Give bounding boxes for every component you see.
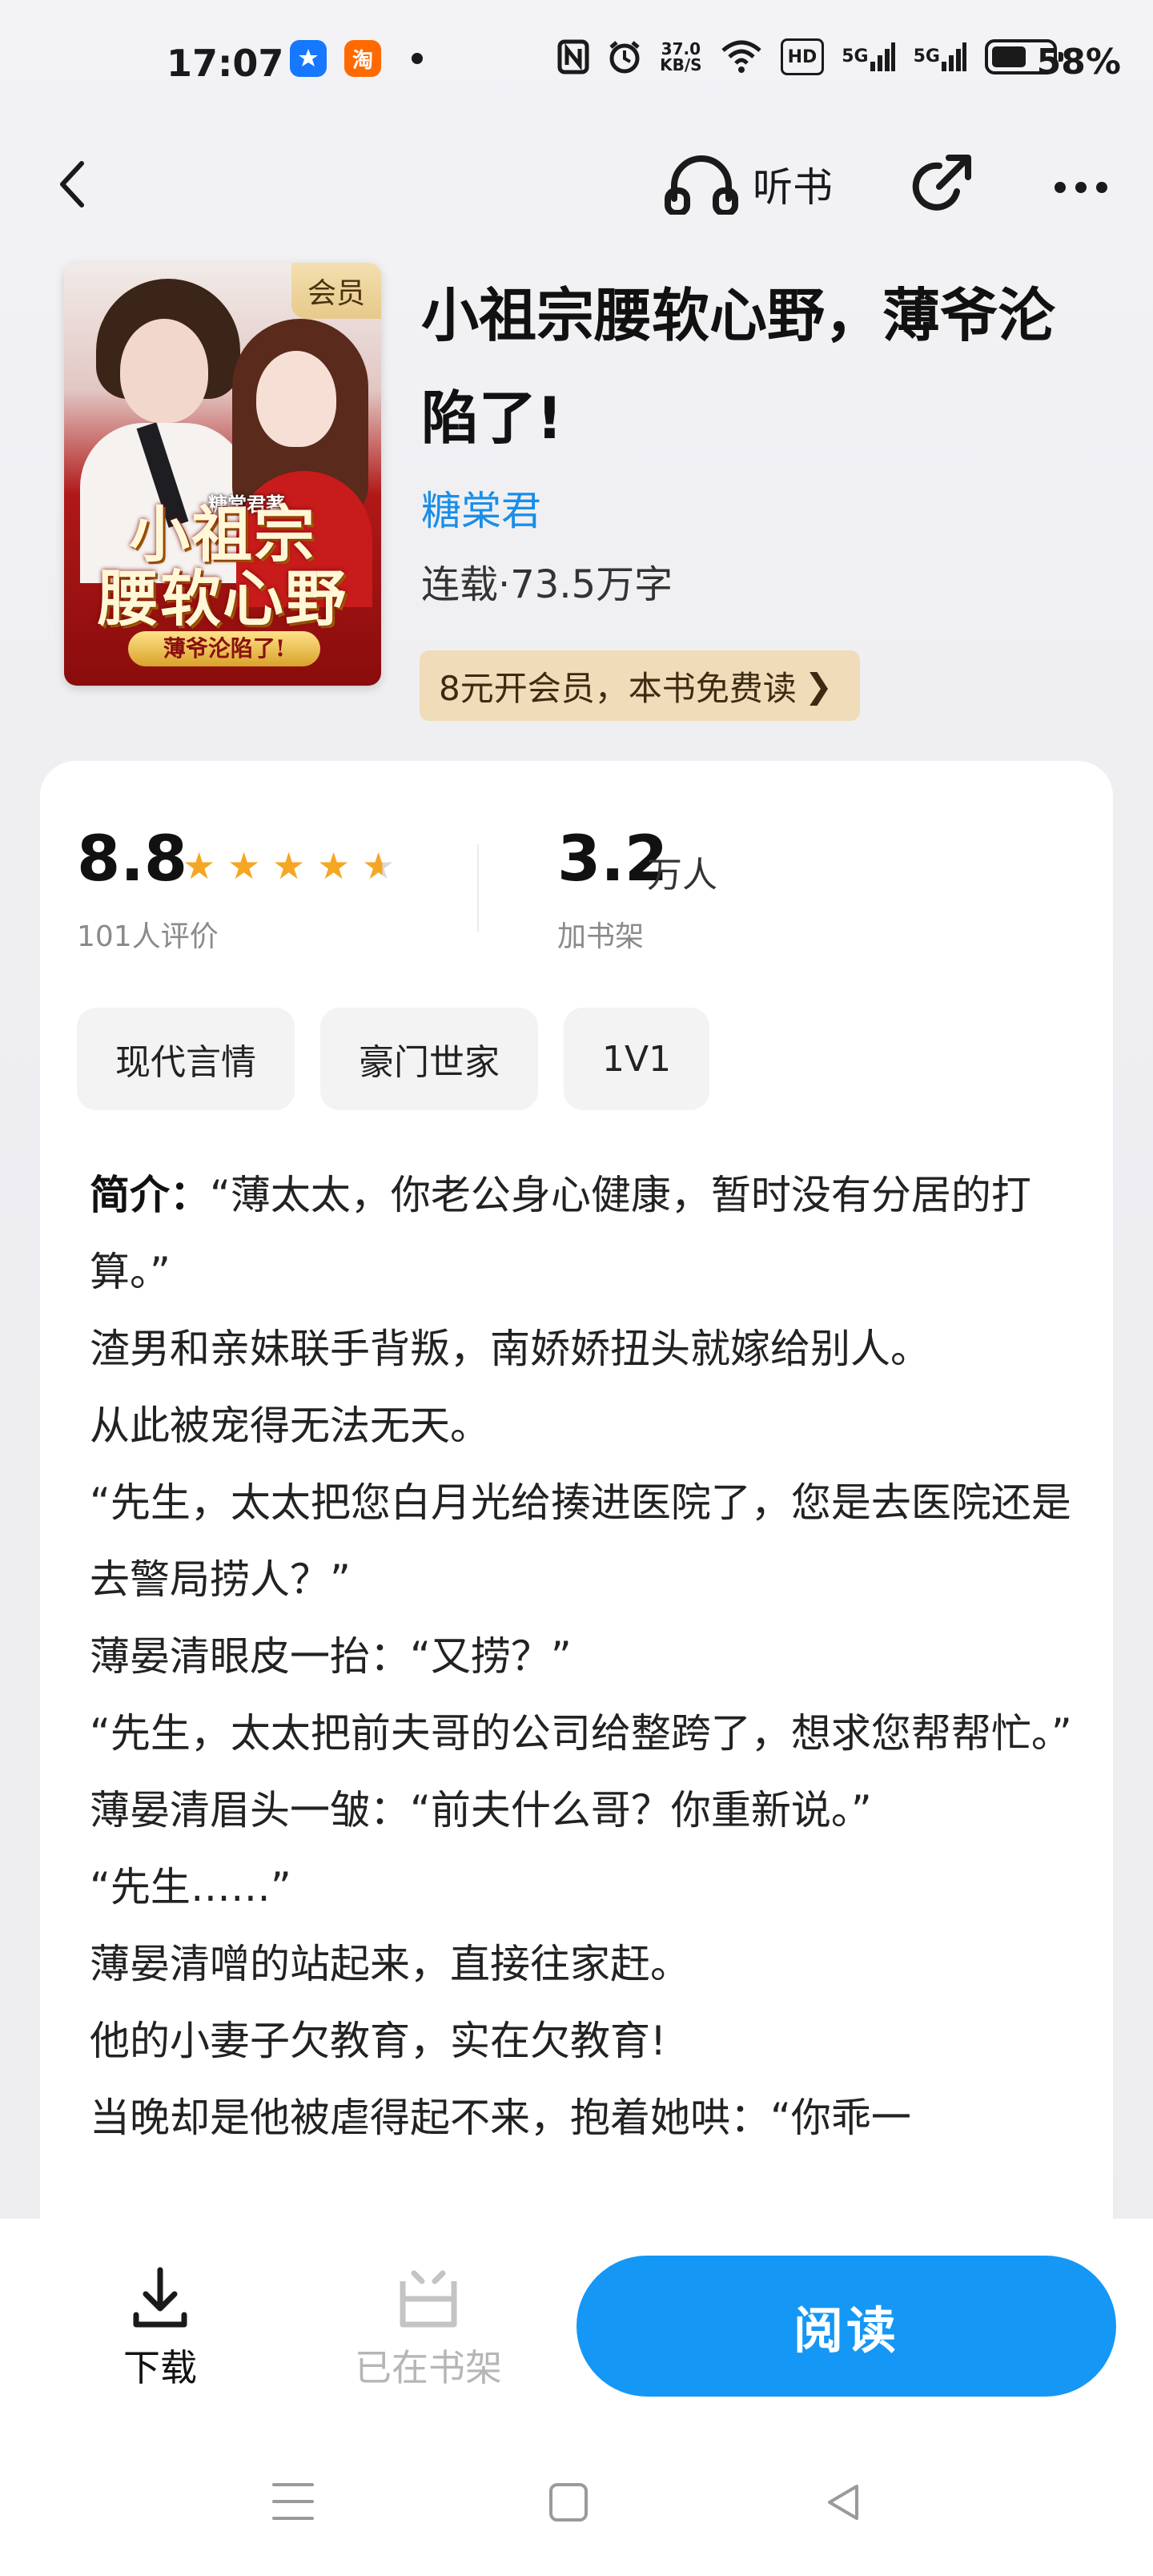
taobao-icon: 淘 <box>344 40 381 77</box>
book-cover[interactable]: 糖棠君著 小祖宗 腰软心野 薄爷沦陷了! <box>64 263 381 686</box>
download-label: 下载 <box>123 2346 197 2389</box>
more-options-button[interactable] <box>1041 155 1121 219</box>
book-detail-card: 8.8 ★ ★ ★ ★ ★ 101人评价 3.2 万人 加书架 现代言情 豪门世… <box>40 761 1113 2363</box>
book-title: 小祖宗腰软心野，薄爷沦陷了! <box>421 282 1056 452</box>
net-speed-value: 37.0 <box>661 39 701 58</box>
shelf-count-unit: 万人 <box>647 855 717 896</box>
star-icon: ★ <box>272 844 306 888</box>
synopsis-line: 简介：“薄太太，你老公身心健康，暂时没有分居的打算。” <box>90 1172 1031 1295</box>
bookshelf-label: 已在书架 <box>355 2346 502 2389</box>
bottom-action-bar: 下载 已在书架 阅读 <box>0 2219 1153 2427</box>
shelf-count-label: 加书架 <box>557 920 645 953</box>
tag-chip[interactable]: 1V1 <box>564 1008 710 1110</box>
listen-label: 听书 <box>753 164 833 211</box>
book-meta: 连载·73.5万字 <box>421 562 673 607</box>
status-right-icons: 37.0 KB/S HD 5G 5G <box>557 38 1063 75</box>
notification-dot-icon <box>412 53 423 64</box>
status-time: 17:07 <box>167 42 284 85</box>
sim1-label: 5G <box>842 46 869 66</box>
status-bar: 17:07 淘 37.0 KB/S HD 5G 5G 58% <box>0 0 1153 128</box>
alipay-icon <box>290 40 327 77</box>
synopsis-line: “先生，太太把前夫哥的公司给整跨了，想求您帮帮忙。” <box>90 1710 1072 1757</box>
more-dot-icon <box>1055 182 1066 193</box>
star-icon: ★ <box>183 844 216 888</box>
back-arrow-icon <box>60 161 84 207</box>
synopsis-line: “先生，太太把您白月光给揍进医院了，您是去医院还是去警局捞人？” <box>90 1479 1071 1603</box>
rating-stars: ★ ★ ★ ★ ★ <box>183 847 399 884</box>
synopsis-line: 薄晏清噌的站起来，直接往家赶。 <box>90 1941 690 1987</box>
synopsis-label: 简介： <box>90 1172 210 1218</box>
star-icon: ★ <box>227 844 261 888</box>
download-icon <box>133 2267 187 2328</box>
listen-button[interactable]: 听书 <box>665 151 833 218</box>
system-nav-bar <box>0 2427 1153 2576</box>
system-back-icon[interactable] <box>822 2480 866 2525</box>
status-app-icons: 淘 <box>290 40 423 77</box>
more-dot-icon <box>1096 182 1107 193</box>
wifi-icon <box>720 38 763 75</box>
vip-promo-label: 8元开会员，本书免费读 <box>439 668 797 708</box>
tag-chip[interactable]: 现代言情 <box>77 1008 295 1110</box>
signal-2-icon: 5G <box>914 38 967 75</box>
alarm-icon <box>607 38 642 75</box>
home-icon[interactable] <box>549 2483 588 2522</box>
recent-apps-icon[interactable] <box>272 2483 314 2520</box>
hd-voice-icon: HD <box>780 38 825 75</box>
synopsis-line: 当晚却是他被虐得起不来，抱着她哄：“你乖一 <box>90 2095 911 2141</box>
rating-score: 8.8 <box>77 823 188 896</box>
synopsis-line: 薄晏清眼皮一抬：“又捞？” <box>90 1633 572 1680</box>
share-button[interactable] <box>903 151 975 223</box>
cover-title-line1: 小祖宗 <box>129 499 316 570</box>
bookshelf-icon <box>400 2270 457 2328</box>
book-author-link[interactable]: 糖棠君 <box>421 479 541 537</box>
sim2-label: 5G <box>913 46 940 66</box>
cover-subtitle: 薄爷沦陷了! <box>128 631 320 666</box>
chevron-right-icon: ❯ <box>804 666 833 706</box>
net-speed: 37.0 KB/S <box>660 41 701 73</box>
cover-title-line2: 腰软心野 <box>98 563 348 634</box>
synopsis[interactable]: 简介：“薄太太，你老公身心健康，暂时没有分居的打算。” 渣男和亲妹联手背叛，南娇… <box>90 1157 1083 2156</box>
nfc-icon <box>557 38 589 75</box>
synopsis-line: 薄晏清眉头一皱：“前夫什么哥？你重新说。” <box>90 1787 872 1833</box>
headphones-icon <box>665 155 738 215</box>
net-speed-unit: KB/S <box>660 55 702 74</box>
bookshelf-button[interactable]: 已在书架 <box>344 2267 512 2411</box>
tag-chip[interactable]: 豪门世家 <box>320 1008 538 1110</box>
synopsis-line: “先生……” <box>90 1864 291 1910</box>
top-nav: 听书 <box>0 144 1153 224</box>
genre-tags: 现代言情 豪门世家 1V1 <box>77 1008 710 1110</box>
vip-badge: 会员 <box>291 263 381 319</box>
stats-divider <box>477 844 479 932</box>
rating-count[interactable]: 101人评价 <box>77 913 219 955</box>
read-button[interactable]: 阅读 <box>576 2256 1116 2397</box>
back-button[interactable] <box>40 152 104 216</box>
synopsis-line: 从此被宠得无法无天。 <box>90 1403 490 1449</box>
download-button[interactable]: 下载 <box>104 2267 216 2411</box>
star-icon: ★ <box>317 844 351 888</box>
vip-promo-button[interactable]: 8元开会员，本书免费读 ❯ <box>420 650 860 721</box>
share-icon <box>912 155 971 211</box>
more-dot-icon <box>1075 182 1087 193</box>
signal-1-icon: 5G <box>842 38 895 75</box>
battery-level <box>992 46 1026 67</box>
synopsis-line: 他的小妻子欠教育，实在欠教育! <box>90 2018 667 2064</box>
cover-title: 小祖宗 腰软心野 <box>64 503 381 631</box>
half-star-icon: ★ <box>362 847 399 884</box>
synopsis-line: 渣男和亲妹联手背叛，南娇娇扭头就嫁给别人。 <box>90 1326 930 1372</box>
battery-percent: 58% <box>1036 42 1121 83</box>
